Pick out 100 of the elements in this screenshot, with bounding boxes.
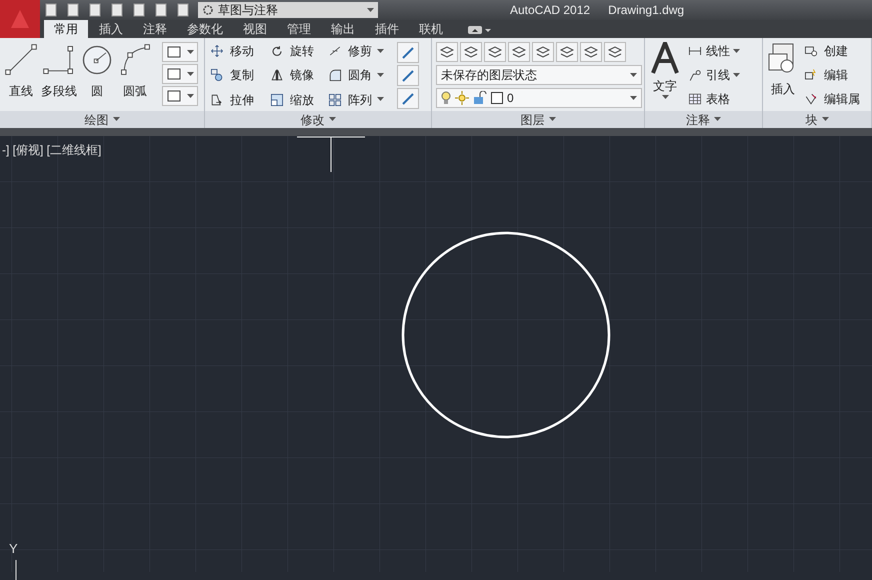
layer-tool-button[interactable] xyxy=(532,42,554,62)
ribbon-tab[interactable]: 输出 xyxy=(322,20,364,38)
tool-label: 圆弧 xyxy=(123,83,147,100)
caret-icon xyxy=(187,72,194,76)
panel-title[interactable]: 图层 xyxy=(432,111,644,128)
draw-tool-button[interactable]: 圆 xyxy=(80,42,114,106)
panel-title-text: 块 xyxy=(806,112,818,128)
layer-tool-button[interactable] xyxy=(604,42,626,62)
caret-icon xyxy=(630,96,637,100)
caret-icon xyxy=(714,117,721,122)
panel-title-text: 修改 xyxy=(300,112,324,128)
tool-label: 复制 xyxy=(230,67,254,84)
caret-icon xyxy=(328,117,336,122)
modify-tool-button[interactable]: 旋转 xyxy=(269,42,327,60)
tool-label: 文字 xyxy=(653,78,677,95)
app-title: AutoCAD 2012 xyxy=(510,2,590,19)
layer-dropdown[interactable]: 0 xyxy=(436,88,642,108)
layer-tool-button[interactable] xyxy=(556,42,578,62)
panel-title[interactable]: 绘图 xyxy=(0,111,204,128)
layer-tool-button[interactable] xyxy=(460,42,482,62)
layer-stack-icon xyxy=(440,45,454,59)
draw-tool-button[interactable]: 多段线 xyxy=(42,42,76,106)
modify-tool-button[interactable]: 圆角 xyxy=(327,66,395,85)
panel-title-text: 注释 xyxy=(686,112,710,128)
panel-title[interactable]: 块 xyxy=(763,111,871,128)
text-tool-button[interactable]: 文字 xyxy=(649,42,681,108)
ribbon-tab[interactable]: 插件 xyxy=(366,20,408,38)
draw-tool-button[interactable]: 直线 xyxy=(4,42,38,106)
unlock-icon xyxy=(473,91,487,105)
caret-icon xyxy=(662,95,668,100)
ribbon-tab[interactable]: 注释 xyxy=(134,20,176,38)
tool-label: 阵列 xyxy=(348,92,372,109)
caret-icon xyxy=(548,117,556,122)
caret-icon xyxy=(187,94,194,98)
block-tool-button[interactable]: 编辑 xyxy=(803,66,860,84)
modify-tool-button[interactable]: 修剪 xyxy=(327,42,395,60)
caret-icon xyxy=(112,117,120,122)
gear-icon xyxy=(202,4,214,16)
layer-stack-icon xyxy=(512,45,526,59)
tool-label: 修剪 xyxy=(348,43,372,60)
modify-tool-button[interactable]: 阵列 xyxy=(327,90,395,109)
workspace-name: 草图与注释 xyxy=(218,2,279,19)
brush-button[interactable] xyxy=(397,42,419,63)
line-icon xyxy=(3,42,39,78)
ribbon-toggle-icon[interactable] xyxy=(468,26,492,34)
tool-label: 创建 xyxy=(824,43,848,60)
letter-a-icon xyxy=(651,42,679,74)
modify-tool-button[interactable]: 复制 xyxy=(209,66,269,85)
ribbon-tab[interactable]: 视图 xyxy=(234,20,276,38)
draw-tool-button[interactable]: 圆弧 xyxy=(118,42,152,106)
panel-title[interactable]: 修改 xyxy=(205,111,431,128)
ellipse-button[interactable] xyxy=(162,64,198,84)
tool-label: 圆 xyxy=(91,83,103,100)
layer-stack-icon xyxy=(536,45,550,59)
color-swatch xyxy=(491,92,503,104)
modify-tool-button[interactable]: 拉伸 xyxy=(209,90,269,109)
logo-icon xyxy=(9,8,31,30)
cube-button[interactable] xyxy=(397,65,419,86)
rectangle-button[interactable] xyxy=(162,42,198,62)
workspace-dropdown[interactable]: 草图与注释 xyxy=(198,2,378,18)
block-tool-button[interactable]: 创建 xyxy=(803,42,860,60)
tool-label: 编辑属 xyxy=(824,91,860,108)
tool-label: 多段线 xyxy=(41,83,77,100)
annotation-tool-button[interactable]: 线性 xyxy=(687,42,740,60)
ribbon-tab[interactable]: 联机 xyxy=(410,20,452,38)
fillet-icon xyxy=(327,67,343,84)
copy-icon xyxy=(209,67,225,84)
tool-label: 编辑 xyxy=(824,67,848,84)
block-tool-button[interactable]: 编辑属 xyxy=(803,90,860,108)
table-icon xyxy=(687,91,703,107)
layer-tool-button[interactable] xyxy=(580,42,602,62)
tool-label: 引线 xyxy=(706,67,730,84)
insert-tool-button[interactable]: 插入 xyxy=(767,42,799,108)
layer-tool-button[interactable] xyxy=(484,42,506,62)
axis-icon xyxy=(14,560,18,580)
hatch-button[interactable] xyxy=(162,86,198,106)
ribbon-tab[interactable]: 管理 xyxy=(278,20,320,38)
layer-name: 0 xyxy=(507,90,515,107)
move-icon xyxy=(209,43,225,60)
modify-tool-button[interactable]: 移动 xyxy=(209,42,269,60)
tool-label: 线性 xyxy=(706,43,730,60)
offset-button[interactable] xyxy=(397,88,419,109)
modify-tool-button[interactable]: 缩放 xyxy=(269,90,327,109)
modify-tool-button[interactable]: 镜像 xyxy=(269,66,327,85)
layer-tool-button[interactable] xyxy=(436,42,458,62)
ribbon-tab[interactable]: 参数化 xyxy=(178,20,232,38)
layer-stack-icon xyxy=(488,45,502,59)
caret-icon xyxy=(822,117,828,122)
ribbon-tab[interactable]: 插入 xyxy=(90,20,132,38)
ribbon-tab[interactable]: 常用 xyxy=(44,20,88,38)
viewport-label: -] [俯视] [二维线框] xyxy=(2,142,102,159)
tool-label: 插入 xyxy=(771,81,795,98)
panel-title-text: 绘图 xyxy=(84,112,108,128)
annotation-tool-button[interactable]: 引线 xyxy=(687,66,740,84)
panel-title[interactable]: 注释 xyxy=(645,111,762,128)
new-icon[interactable] xyxy=(44,3,58,17)
layer-state-dropdown[interactable]: 未保存的图层状态 xyxy=(436,65,642,85)
annotation-tool-button[interactable]: 表格 xyxy=(687,90,740,108)
layer-tool-button[interactable] xyxy=(508,42,530,62)
bulb-icon xyxy=(441,91,451,105)
